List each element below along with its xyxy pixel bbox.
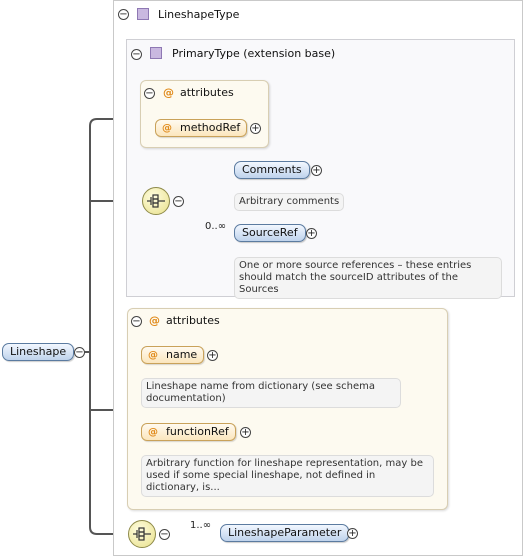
- expand-icon[interactable]: +: [311, 165, 322, 176]
- attribute-functionref-label: functionRef: [166, 425, 229, 438]
- sequence-symbol: [133, 527, 151, 541]
- attribute-name[interactable]: @ name: [141, 346, 205, 364]
- sequence-symbol: [147, 194, 165, 208]
- collapse-icon[interactable]: −: [131, 316, 142, 327]
- sequence-icon[interactable]: [142, 187, 170, 215]
- root-element-lineshape[interactable]: Lineshape: [2, 343, 75, 361]
- sequence-icon[interactable]: [128, 520, 156, 548]
- name-doc: Lineshape name from dictionary (see sche…: [141, 378, 401, 408]
- complex-type-icon: [150, 47, 162, 59]
- element-lineshapeparameter[interactable]: LineshapeParameter: [220, 524, 350, 542]
- comments-doc: Arbitrary comments: [234, 193, 345, 211]
- sourceref-cardinality: 0..∞: [205, 221, 227, 232]
- collapse-icon[interactable]: −: [159, 529, 170, 540]
- attribute-methodref[interactable]: @ methodRef: [155, 119, 248, 137]
- attribute-icon: @: [163, 86, 174, 99]
- collapse-icon[interactable]: −: [144, 88, 155, 99]
- element-sourceref[interactable]: SourceRef: [234, 224, 306, 242]
- expand-icon[interactable]: +: [240, 427, 251, 438]
- extension-title: PrimaryType (extension base): [172, 47, 336, 60]
- sourceref-doc: One or more source references – these en…: [234, 257, 502, 299]
- collapse-icon[interactable]: −: [131, 49, 142, 60]
- attribute-icon: @: [148, 350, 158, 361]
- collapse-icon[interactable]: −: [74, 347, 85, 358]
- element-comments[interactable]: Comments: [234, 161, 310, 179]
- attribute-icon: @: [149, 314, 160, 327]
- attribute-name-label: name: [166, 348, 198, 361]
- attributes-title: attributes: [166, 314, 220, 327]
- attributes-title: attributes: [180, 86, 234, 99]
- attribute-icon: @: [162, 123, 172, 134]
- functionref-doc: Arbitrary function for lineshape represe…: [141, 455, 434, 497]
- expand-icon[interactable]: +: [207, 350, 218, 361]
- type-title: LineshapeType: [158, 8, 240, 21]
- collapse-icon[interactable]: −: [118, 9, 129, 20]
- complex-type-icon: [137, 8, 149, 20]
- collapse-icon[interactable]: −: [173, 196, 184, 207]
- attribute-functionref[interactable]: @ functionRef: [141, 423, 236, 441]
- expand-icon[interactable]: +: [306, 228, 317, 239]
- attribute-icon: @: [148, 427, 158, 438]
- expand-icon[interactable]: +: [250, 123, 261, 134]
- attribute-name: methodRef: [180, 121, 241, 134]
- lineshapeparameter-cardinality: 1..∞: [190, 520, 212, 531]
- expand-icon[interactable]: +: [347, 528, 358, 539]
